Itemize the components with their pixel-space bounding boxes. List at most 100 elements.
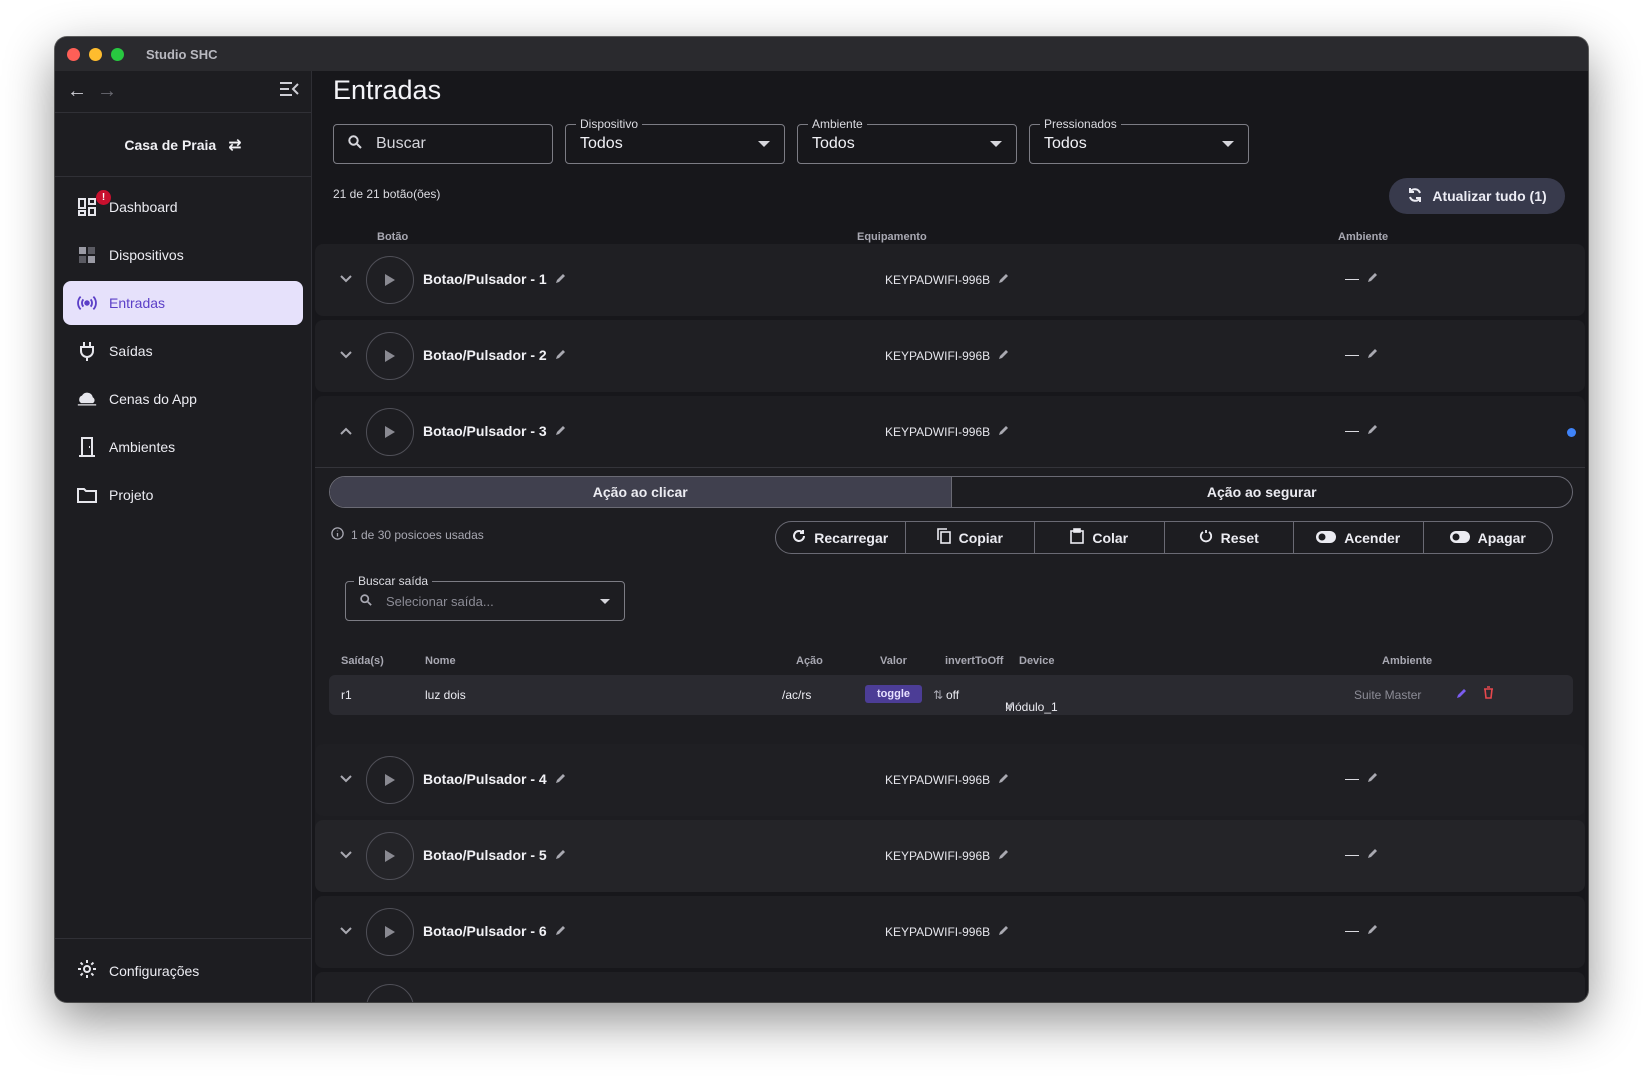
out-header-ambient: Ambiente	[1382, 655, 1433, 667]
output-search-select[interactable]: Buscar saída Selecionar saída...	[345, 574, 625, 621]
sidebar-item-dispositivos[interactable]: Dispositivos	[63, 233, 303, 277]
sidebar-item-entradas[interactable]: Entradas	[63, 281, 303, 325]
ambient-text: —	[1345, 270, 1359, 286]
house-switcher[interactable]: Casa de Praia ⇄	[55, 113, 311, 177]
edit-pencil-icon[interactable]	[555, 923, 567, 939]
chevron-down-icon[interactable]	[340, 922, 352, 940]
edit-pencil-icon[interactable]	[555, 347, 567, 363]
edit-pencil-icon[interactable]	[555, 847, 567, 863]
edit-pencil-icon[interactable]	[1367, 270, 1379, 286]
edit-pencil-icon[interactable]	[1367, 846, 1379, 862]
play-button[interactable]	[366, 408, 414, 456]
edit-pencil-icon[interactable]	[555, 271, 567, 287]
zoom-window-button[interactable]	[111, 47, 124, 61]
equipment-cell: KEYPADWIFI-996B	[885, 272, 1010, 287]
play-button[interactable]	[366, 256, 414, 304]
table-row[interactable]: Botao/Pulsador - 6 KEYPADWIFI-996B —	[315, 896, 1585, 968]
edit-pencil-icon[interactable]	[998, 348, 1010, 363]
edit-pencil-icon[interactable]	[998, 424, 1010, 439]
turn-on-button[interactable]: Acender	[1294, 522, 1424, 553]
forward-arrow-icon[interactable]: →	[97, 80, 127, 103]
output-ambient: Suite Master	[1354, 688, 1422, 702]
chevron-down-icon[interactable]	[340, 846, 352, 864]
edit-pencil-icon[interactable]	[1456, 687, 1468, 702]
column-header-ambient[interactable]: Ambiente	[1338, 231, 1388, 243]
play-button[interactable]	[366, 984, 414, 1002]
edit-pencil-icon[interactable]	[998, 848, 1010, 863]
edit-pencil-icon[interactable]	[1367, 922, 1379, 938]
reset-label: Reset	[1220, 529, 1259, 546]
ambient-cell: —	[1345, 422, 1379, 438]
table-row[interactable]: Botao/Pulsador - 3 KEYPADWIFI-996B —	[315, 396, 1585, 468]
search-input[interactable]: Buscar	[333, 124, 553, 164]
play-button[interactable]	[366, 908, 414, 956]
sidebar-item-saidas[interactable]: Saídas	[63, 329, 303, 373]
chevron-up-icon[interactable]	[340, 422, 352, 440]
column-header-equipment[interactable]: Equipamento	[857, 231, 927, 243]
chevron-down-icon[interactable]	[340, 770, 352, 788]
ambient-text: —	[1345, 770, 1359, 786]
collapse-sidebar-icon[interactable]	[279, 81, 299, 102]
sidebar-item-dashboard[interactable]: ! Dashboard	[63, 185, 303, 229]
table-row[interactable]: Botao/Pulsador - 4 KEYPADWIFI-996B —	[315, 744, 1585, 816]
sidebar-item-cenas[interactable]: Cenas do App	[63, 377, 303, 421]
output-row[interactable]: r1 luz dois /ac/rs toggle ⇅ off Módulo_1…	[329, 675, 1573, 715]
refresh-all-button[interactable]: Atualizar tudo (1)	[1389, 178, 1565, 214]
column-header-button[interactable]: Botão	[377, 231, 408, 243]
tab-click-action[interactable]: Ação ao clicar	[330, 477, 952, 507]
paste-button[interactable]: Colar	[1035, 522, 1165, 553]
edit-pencil-icon[interactable]	[998, 772, 1010, 787]
tab-hold-action[interactable]: Ação ao segurar	[952, 477, 1573, 507]
copy-button[interactable]: Copiar	[906, 522, 1035, 553]
table-row[interactable]: Botao/Pulsador - 2 KEYPADWIFI-996B —	[315, 320, 1585, 392]
sidebar-menu: ! Dashboard Dispositivos Entradas Saídas…	[55, 177, 311, 517]
sidebar-item-label: Dashboard	[109, 199, 178, 215]
edit-pencil-icon[interactable]	[555, 423, 567, 439]
output-name: luz dois	[425, 688, 466, 702]
table-row[interactable]: Botao/Pulsador - 5 KEYPADWIFI-996B —	[315, 820, 1585, 892]
close-window-button[interactable]	[67, 47, 80, 61]
dispositivo-select[interactable]: Dispositivo Todos	[565, 117, 785, 164]
edit-pencil-icon[interactable]	[1367, 770, 1379, 786]
ambient-cell: —	[1345, 346, 1379, 362]
settings-label: Configurações	[109, 962, 200, 979]
door-icon	[77, 437, 97, 457]
chevron-down-icon[interactable]	[340, 270, 352, 288]
play-button[interactable]	[366, 756, 414, 804]
back-arrow-icon[interactable]: ←	[67, 80, 97, 103]
refresh-icon	[1407, 187, 1423, 206]
edit-pencil-icon[interactable]	[998, 924, 1010, 939]
invert-arrows-icon: ⇅	[933, 688, 944, 702]
edit-pencil-icon[interactable]	[998, 272, 1010, 287]
ambient-text: —	[1345, 346, 1359, 362]
play-button[interactable]	[366, 332, 414, 380]
sidebar-item-projeto[interactable]: Projeto	[63, 473, 303, 517]
ambiente-select[interactable]: Ambiente Todos	[797, 117, 1017, 164]
reset-button[interactable]: Reset	[1165, 522, 1294, 553]
minimize-window-button[interactable]	[89, 47, 102, 61]
edit-pencil-icon[interactable]	[1367, 422, 1379, 438]
search-icon	[360, 593, 372, 609]
sidebar-item-label: Ambientes	[109, 439, 176, 455]
sidebar-item-ambientes[interactable]: Ambientes	[63, 425, 303, 469]
pressionados-select[interactable]: Pressionados Todos	[1029, 117, 1249, 164]
sidebar-item-label: Projeto	[109, 487, 154, 503]
title-bar: Studio SHC	[55, 37, 1588, 71]
equipment-cell: KEYPADWIFI-996B	[885, 924, 1010, 939]
invert-value: off	[946, 688, 960, 702]
equipment-text: KEYPADWIFI-996B	[885, 424, 991, 439]
dashboard-icon	[77, 197, 97, 217]
edit-pencil-icon[interactable]	[1367, 346, 1379, 362]
dispositivo-label: Dispositivo	[576, 117, 643, 131]
table-row[interactable]: Botao/Pulsador - 1 KEYPADWIFI-996B —	[315, 244, 1585, 316]
sidebar-item-configuracoes[interactable]: Configurações	[55, 938, 311, 1002]
edit-pencil-icon[interactable]	[555, 771, 567, 787]
table-row[interactable]	[315, 972, 1585, 1002]
trash-icon[interactable]	[1483, 686, 1494, 702]
equipment-cell: KEYPADWIFI-996B	[885, 772, 1010, 787]
chevron-down-icon[interactable]	[340, 346, 352, 364]
reload-button[interactable]: Recarregar	[776, 522, 906, 553]
play-button[interactable]	[366, 832, 414, 880]
turn-off-button[interactable]: Apagar	[1424, 522, 1553, 553]
edit-pencil-icon[interactable]	[1005, 700, 1016, 714]
